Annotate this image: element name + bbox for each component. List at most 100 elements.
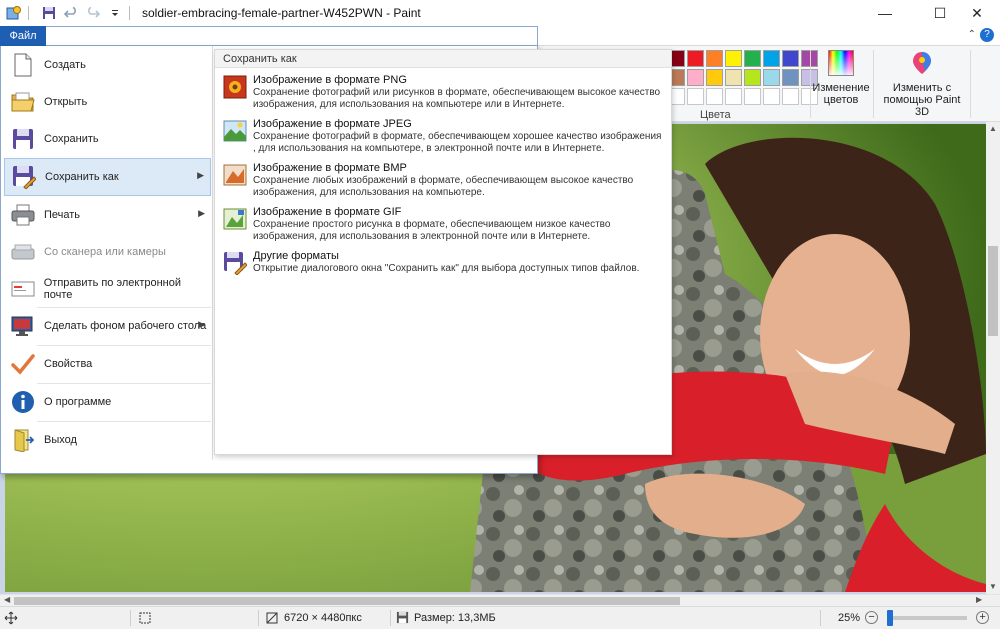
quick-save-icon[interactable]	[41, 5, 57, 21]
menu-item-scanner[interactable]: Со сканера или камеры	[4, 234, 211, 270]
menu-item-label: Открыть	[44, 96, 88, 108]
submenu-arrow-icon: ▶	[197, 170, 204, 180]
vertical-scrollbar[interactable]: ▲ ▼	[986, 122, 1000, 594]
minimize-button[interactable]: —	[862, 0, 908, 26]
scanner-icon	[10, 239, 36, 265]
gif-image-icon	[223, 207, 247, 231]
menu-item-open[interactable]: Открыть	[4, 84, 211, 120]
file-tab[interactable]: Файл	[0, 26, 46, 46]
paint-window: soldier-embracing-female-partner-W452PWN…	[0, 0, 1000, 629]
image-dimensions: 6720 × 4480пкс	[265, 611, 362, 625]
separator	[820, 610, 821, 626]
menu-item-label: Со сканера или камеры	[44, 246, 166, 258]
empty-color-swatch[interactable]	[744, 88, 761, 105]
color-swatch[interactable]	[725, 69, 742, 86]
save-floppy-icon	[10, 126, 36, 152]
vertical-scroll-thumb[interactable]	[988, 246, 998, 336]
menu-item-label: Сделать фоном рабочего стола	[44, 320, 207, 332]
file-tab-strip	[46, 26, 538, 46]
option-description: Сохранение фотографий в формате, обеспеч…	[253, 131, 662, 154]
zoom-in-button[interactable]: +	[976, 611, 990, 624]
menu-item-label: Свойства	[44, 358, 93, 370]
menu-item-label: О программе	[44, 396, 112, 408]
color-swatch[interactable]	[687, 69, 704, 86]
info-icon	[10, 389, 36, 415]
color-swatch[interactable]	[763, 50, 780, 67]
separator	[129, 6, 130, 20]
empty-color-swatch[interactable]	[763, 88, 780, 105]
redo-icon[interactable]	[85, 5, 101, 21]
submenu-header: Сохранить как	[215, 50, 671, 68]
separator	[390, 610, 391, 626]
menu-item-label: Сохранить как	[45, 171, 119, 183]
ribbon-tab-bar: Файл ⌃ ?	[0, 26, 1000, 46]
menu-item-properties[interactable]: Свойства	[4, 346, 211, 382]
color-swatch[interactable]	[706, 69, 723, 86]
save-as-png-option[interactable]: Изображение в формате PNG Сохранение фот…	[219, 72, 665, 116]
submenu-arrow-icon: ▶	[198, 208, 205, 218]
collapse-ribbon-icon[interactable]: ⌃	[968, 29, 976, 40]
color-swatch[interactable]	[706, 50, 723, 67]
save-as-icon	[11, 164, 37, 190]
zoom-slider-thumb[interactable]	[887, 609, 894, 626]
zoom-slider[interactable]	[887, 609, 968, 626]
jpeg-image-icon	[223, 119, 247, 143]
edit-colors-button[interactable]: Изменение цветов	[812, 50, 870, 106]
save-as-other-formats-option[interactable]: Другие форматы Открытие диалогового окна…	[219, 248, 665, 292]
selection-size-icon	[138, 611, 152, 625]
separator	[130, 610, 131, 626]
color-swatch[interactable]	[744, 50, 761, 67]
scroll-down-icon[interactable]: ▼	[989, 582, 997, 591]
option-title: Изображение в формате BMP	[253, 162, 407, 174]
title-bar: soldier-embracing-female-partner-W452PWN…	[0, 0, 1000, 26]
menu-item-new[interactable]: Создать	[4, 47, 211, 83]
color-swatch[interactable]	[782, 69, 799, 86]
edit-with-paint3d-button[interactable]: Изменить с помощью Paint 3D	[876, 50, 968, 118]
open-folder-icon	[10, 89, 36, 115]
menu-item-exit[interactable]: Выход	[4, 422, 211, 458]
help-icon[interactable]: ?	[980, 28, 994, 42]
menu-item-label: Создать	[44, 59, 86, 71]
separator	[258, 610, 259, 626]
color-swatch[interactable]	[782, 50, 799, 67]
customize-toolbar-chevron-icon[interactable]	[107, 5, 123, 21]
save-as-jpeg-option[interactable]: Изображение в формате JPEG Сохранение фо…	[219, 116, 665, 160]
file-menu-commands: Создать Открыть Сохранить Сохранить как …	[1, 46, 213, 460]
color-swatch[interactable]	[763, 69, 780, 86]
menu-item-save[interactable]: Сохранить	[4, 121, 211, 157]
save-as-other-icon	[223, 251, 248, 276]
undo-icon[interactable]	[63, 5, 79, 21]
menu-item-print[interactable]: Печать ▶	[4, 197, 211, 233]
edit-paint3d-label: Изменить с помощью Paint 3D	[883, 82, 961, 118]
close-button[interactable]: ✕	[954, 0, 1000, 26]
empty-color-swatch[interactable]	[782, 88, 799, 105]
menu-item-save-as[interactable]: Сохранить как ▶	[4, 158, 211, 196]
save-as-bmp-option[interactable]: Изображение в формате BMP Сохранение люб…	[219, 160, 665, 204]
separator	[873, 50, 874, 118]
option-title: Изображение в формате JPEG	[253, 118, 412, 130]
scroll-left-icon[interactable]: ◀	[4, 595, 10, 604]
cursor-position-icon	[4, 611, 18, 625]
menu-item-about[interactable]: О программе	[4, 384, 211, 420]
paint3d-icon	[908, 50, 936, 76]
save-as-gif-option[interactable]: Изображение в формате GIF Сохранение про…	[219, 204, 665, 248]
color-swatch[interactable]	[687, 50, 704, 67]
zoom-out-button[interactable]: −	[865, 611, 879, 624]
horizontal-scrollbar[interactable]: ◀ ▶	[0, 594, 1000, 606]
paint-app-icon[interactable]	[6, 5, 22, 21]
empty-color-swatch[interactable]	[687, 88, 704, 105]
option-description: Сохранение простого рисунка в формате, о…	[253, 219, 611, 242]
desktop-background-icon	[10, 313, 36, 339]
empty-color-swatch[interactable]	[725, 88, 742, 105]
horizontal-scroll-thumb[interactable]	[14, 597, 680, 605]
menu-item-desktop-background[interactable]: Сделать фоном рабочего стола ▶	[4, 308, 211, 344]
option-title: Изображение в формате GIF	[253, 206, 402, 218]
menu-item-label: Печать	[44, 209, 81, 221]
empty-color-swatch[interactable]	[706, 88, 723, 105]
color-swatch[interactable]	[744, 69, 761, 86]
menu-item-email[interactable]: Отправить по электронной почте	[4, 271, 211, 307]
new-file-icon	[10, 52, 36, 78]
scroll-right-icon[interactable]: ▶	[976, 595, 982, 604]
color-swatch[interactable]	[725, 50, 742, 67]
zoom-level-text: 25%	[838, 611, 861, 624]
